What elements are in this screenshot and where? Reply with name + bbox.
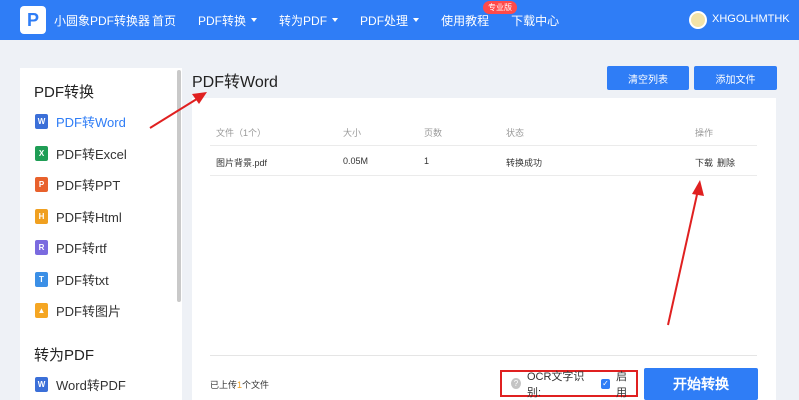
ocr-option: ? OCR文字识别: ✓ 启用 [500, 368, 638, 400]
sidebar-item-word-to-pdf[interactable]: W Word转PDF [20, 370, 180, 398]
file-name: 图片背景.pdf [216, 158, 268, 168]
nav-pdf-convert[interactable]: PDF转换 [198, 12, 258, 29]
image-file-icon: ▲ [35, 302, 48, 318]
sidebar-item-pdf-to-image[interactable]: ▲ PDF转图片 [20, 296, 180, 324]
ppt-file-icon: P [35, 176, 48, 192]
chevron-down-icon [332, 18, 339, 22]
sidebar-item-pdf-to-ppt[interactable]: P PDF转PPT [20, 170, 180, 198]
file-pages: 1 [424, 156, 430, 166]
sidebar-item-label: PDF转PPT [56, 177, 121, 193]
sidebar-item-label: PDF转txt [56, 272, 109, 288]
sidebar-heading-pdf-convert: PDF转换 [34, 84, 95, 101]
file-size: 0.05M [343, 156, 369, 166]
delete-link[interactable]: 删除 [717, 156, 735, 169]
sidebar-item-pdf-to-txt[interactable]: T PDF转txt [20, 265, 180, 293]
sidebar-heading-to-pdf: 转为PDF [34, 347, 95, 364]
html-file-icon: H [35, 208, 48, 224]
sidebar-item-pdf-to-word[interactable]: W PDF转Word [20, 107, 180, 135]
avatar[interactable] [689, 11, 707, 29]
pro-version-badge: 专业版 [483, 1, 517, 14]
sidebar-item-label: PDF转Word [56, 114, 126, 130]
brand-name[interactable]: 小圆象PDF转换器 [54, 12, 150, 29]
column-header-status: 状态 [506, 128, 525, 138]
footer-divider [210, 355, 757, 356]
sidebar-item-label: PDF转图片 [56, 303, 122, 319]
start-convert-button[interactable]: 开始转换 [644, 368, 758, 400]
username[interactable]: XHGOLHMTHK [712, 13, 790, 25]
ocr-label: OCR文字识别: [526, 370, 585, 399]
sidebar-item-pdf-to-rtf[interactable]: R PDF转rtf [20, 233, 180, 261]
rtf-file-icon: R [35, 239, 48, 255]
uploaded-count-text: 已上传1个文件 [210, 380, 270, 390]
chevron-down-icon [413, 18, 420, 22]
nav-tutorial[interactable]: 使用教程 [441, 12, 489, 29]
sidebar-scrollbar[interactable] [177, 70, 181, 302]
page-title: PDF转Word [192, 74, 278, 91]
nav-pdf-process[interactable]: PDF处理 [360, 12, 420, 29]
sidebar-item-label: PDF转rtf [56, 240, 107, 256]
sidebar-item-label: PDF转Excel [56, 146, 127, 162]
txt-file-icon: T [35, 271, 48, 287]
app-logo-icon[interactable]: P [20, 6, 46, 34]
help-icon[interactable]: ? [511, 378, 521, 389]
add-file-button[interactable]: 添加文件 [694, 66, 777, 90]
nav-download-center[interactable]: 下载中心 [511, 12, 559, 29]
column-header-actions: 操作 [695, 128, 714, 138]
word-file-icon: W [35, 113, 48, 129]
excel-file-icon: X [35, 145, 48, 161]
download-link[interactable]: 下载 [695, 156, 713, 169]
sidebar-item-label: PDF转Html [56, 209, 122, 225]
clear-list-button[interactable]: 清空列表 [607, 66, 689, 90]
sidebar-item-label: Word转PDF [56, 377, 126, 393]
table-divider [210, 145, 757, 146]
chevron-down-icon [251, 18, 258, 22]
word-file-icon: W [35, 376, 48, 392]
column-header-file: 文件（1个） [216, 128, 267, 138]
sidebar: PDF转换 W PDF转Word X PDF转Excel P PDF转PPT H… [20, 68, 182, 400]
ocr-enable-checkbox[interactable]: ✓ [600, 378, 610, 389]
column-header-pages: 页数 [424, 128, 443, 138]
column-header-size: 大小 [343, 128, 362, 138]
ocr-enable-label[interactable]: 启用 [616, 368, 636, 400]
file-status: 转换成功 [506, 158, 543, 168]
nav-to-pdf[interactable]: 转为PDF [279, 12, 339, 29]
sidebar-item-pdf-to-html[interactable]: H PDF转Html [20, 202, 180, 230]
nav-home[interactable]: 首页 [152, 12, 176, 29]
table-row-divider [210, 175, 757, 176]
sidebar-item-pdf-to-excel[interactable]: X PDF转Excel [20, 139, 180, 167]
